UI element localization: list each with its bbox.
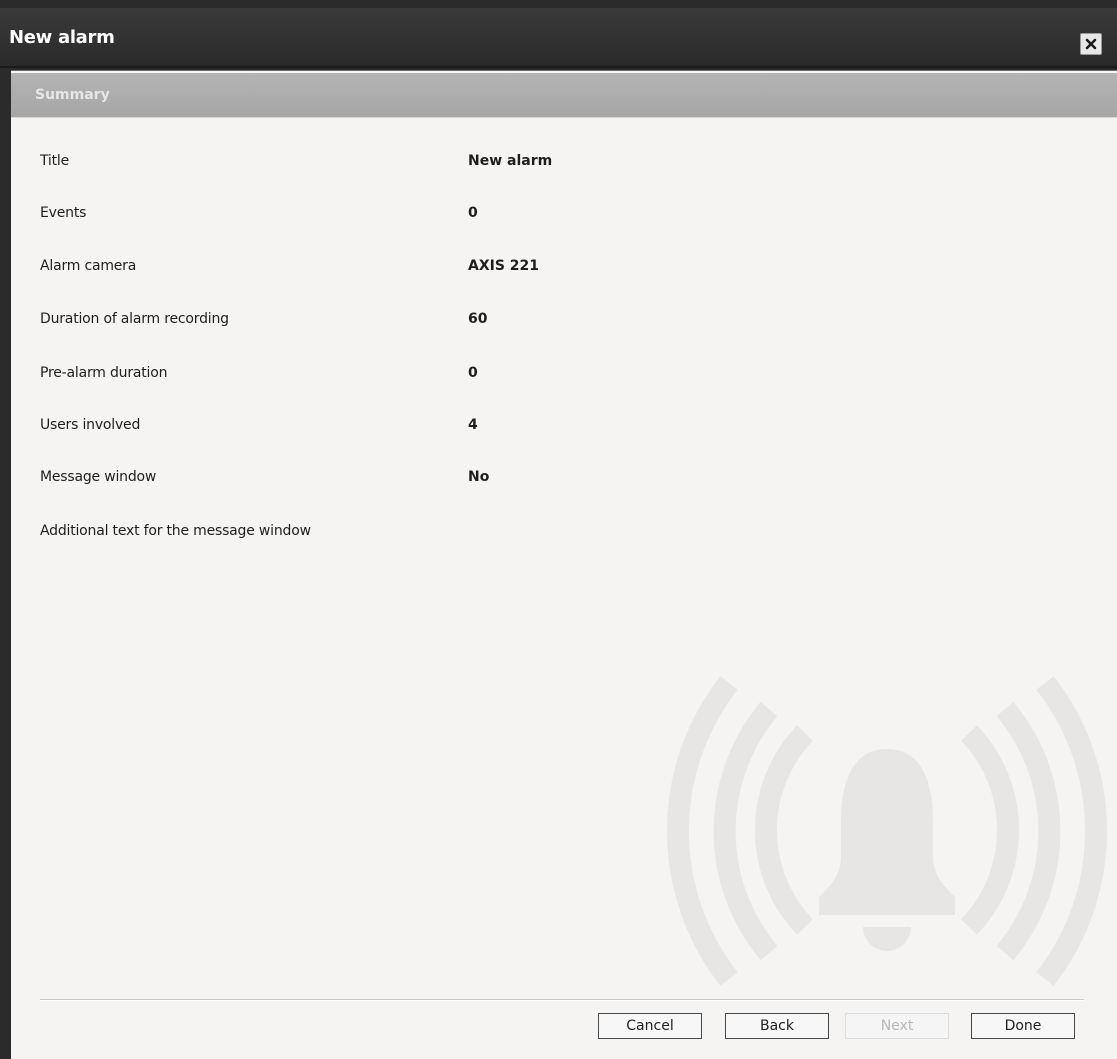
summary-label: Users involved xyxy=(40,417,141,433)
summary-label: Title xyxy=(40,153,70,169)
section-title: Summary xyxy=(35,87,110,103)
summary-label: Duration of alarm recording xyxy=(40,311,229,327)
summary-label: Additional text for the message window xyxy=(40,523,311,539)
summary-label: Message window xyxy=(40,469,157,485)
summary-label: Events xyxy=(40,205,87,221)
title-bar: New alarm xyxy=(0,8,1117,68)
summary-panel: Summary Title New alarm Events 0 Alarm c… xyxy=(11,70,1117,1059)
summary-value: 0 xyxy=(468,365,478,381)
summary-value: 0 xyxy=(468,205,478,221)
summary-value: AXIS 221 xyxy=(468,258,540,274)
close-icon xyxy=(1085,38,1097,50)
done-button[interactable]: Done xyxy=(971,1013,1075,1039)
back-button[interactable]: Back xyxy=(725,1013,829,1039)
summary-value: New alarm xyxy=(468,153,553,169)
section-header: Summary xyxy=(11,73,1117,118)
summary-label: Alarm camera xyxy=(40,258,137,274)
summary-value: No xyxy=(468,469,490,485)
dialog-title: New alarm xyxy=(9,27,115,48)
footer-divider xyxy=(40,999,1084,1001)
summary-value: 4 xyxy=(468,417,478,433)
summary-label: Pre-alarm duration xyxy=(40,365,168,381)
summary-value: 60 xyxy=(468,311,488,327)
new-alarm-dialog: New alarm Summary Title New alarm Events… xyxy=(0,0,1117,1059)
close-button[interactable] xyxy=(1080,33,1102,55)
cancel-button[interactable]: Cancel xyxy=(598,1013,702,1039)
alarm-bell-icon xyxy=(667,676,1107,986)
next-button[interactable]: Next xyxy=(845,1013,949,1039)
